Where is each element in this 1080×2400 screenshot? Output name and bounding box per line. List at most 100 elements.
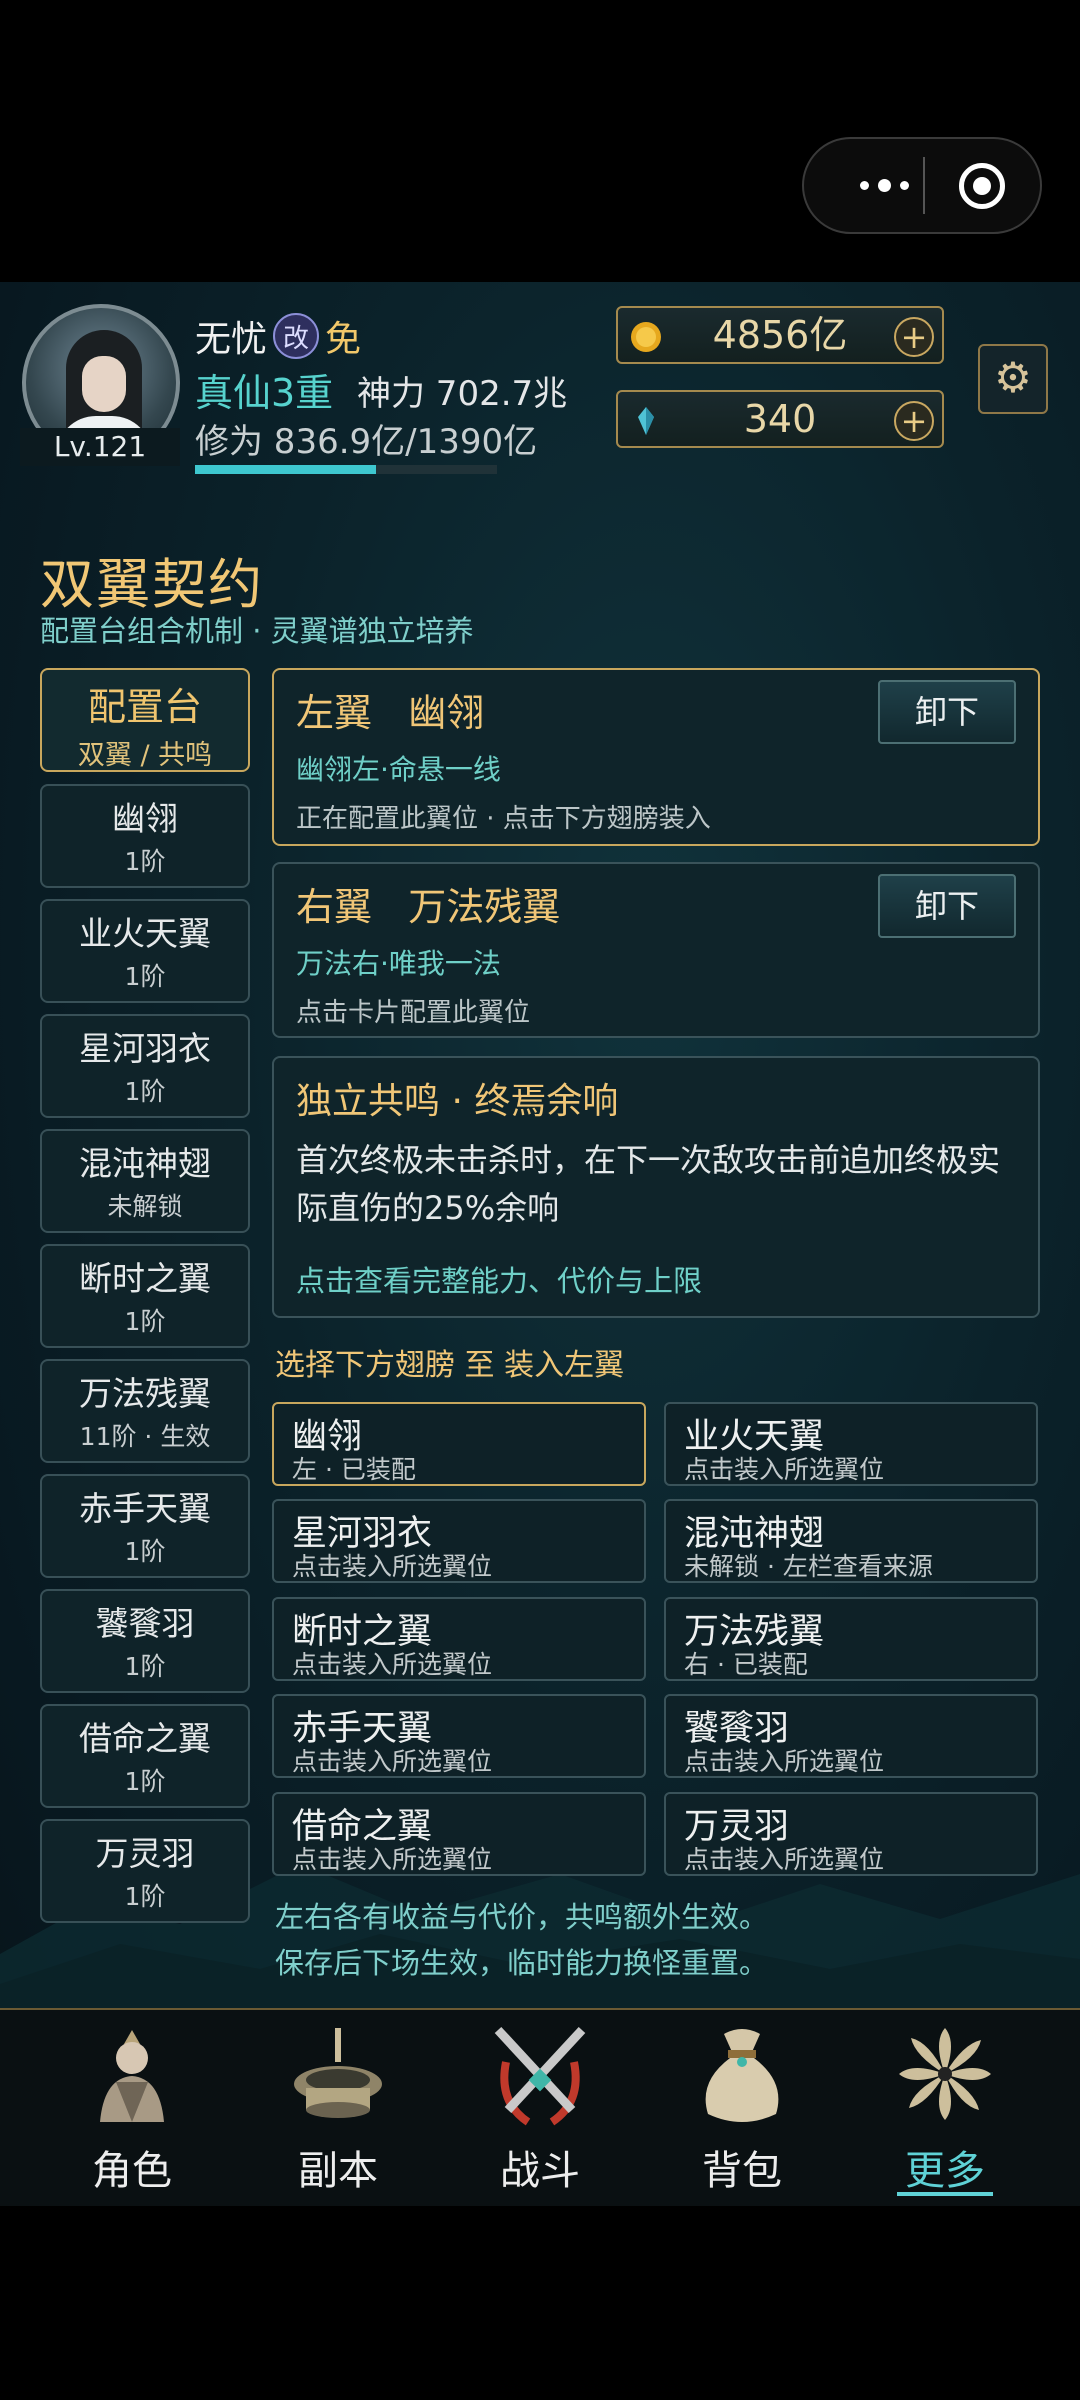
wing-option[interactable]: 赤手天翼 点击装入所选翼位 [272,1694,646,1778]
sidebar-item[interactable]: 借命之翼 1阶 [40,1704,250,1808]
capsule-divider [923,157,925,214]
sidebar-item-name: 断时之翼 [79,1259,211,1298]
wing-option-status: 未解锁 · 左栏查看来源 [684,1552,933,1581]
wing-option-status: 点击装入所选翼位 [684,1455,885,1484]
right-wing-unload-button[interactable]: 卸下 [878,874,1016,938]
nav-item-bag[interactable]: 背包 [652,2010,832,2206]
sidebar-item-sub: 1阶 [124,847,166,876]
left-wing-label: 左翼 [296,691,373,735]
gold-amount: 4856亿 [712,313,848,357]
settings-gear-icon[interactable]: ⚙ [978,344,1048,414]
sidebar-item[interactable]: 赤手天翼 1阶 [40,1474,250,1578]
sidebar-item-sub: 1阶 [124,1077,166,1106]
wing-option[interactable]: 业火天翼 点击装入所选翼位 [664,1402,1038,1486]
add-crystal-button[interactable]: + [894,401,934,441]
player-name: 无忧 [195,319,268,360]
cultivation-progress-bar [195,465,497,474]
sidebar-item-sub: 1阶 [124,1767,166,1796]
left-wing-slot[interactable]: 左翼 幽翎 卸下 幽翎左·命悬一线 正在配置此翼位 · 点击下方翅膀装入 [272,668,1040,846]
crystal-icon [638,407,654,435]
right-wing-desc: 万法右·唯我一法 [296,947,501,980]
sidebar-item-name: 万法残翼 [79,1374,211,1413]
character-icon [100,2030,164,2122]
resonance-details-link[interactable]: 点击查看完整能力、代价与上限 [296,1258,702,1300]
wing-option[interactable]: 万法残翼右 · 已装配 [664,1597,1038,1681]
sidebar-item-sub: 1阶 [124,962,166,991]
crystal-currency: 340 + [616,390,944,448]
more-flower-icon [899,2028,991,2120]
nav-item-character[interactable]: 角色 [42,2010,222,2206]
player-cultivation: 修为 836.9亿/1390亿 [195,422,538,462]
wing-option-status: 点击装入所选翼位 [684,1747,885,1776]
crystal-amount: 340 [743,397,817,441]
sidebar-item[interactable]: 万灵羽 1阶 [40,1819,250,1923]
nav-label: 战斗 [500,2148,580,2194]
sidebar-item[interactable]: 断时之翼 1阶 [40,1244,250,1348]
player-power: 神力 702.7兆 [357,374,568,414]
left-wing-name: 幽翎 [408,691,485,735]
sidebar-item-name: 混沌神翅 [79,1144,211,1183]
sidebar-item[interactable]: 幽翎 1阶 [40,784,250,888]
wing-option[interactable]: 混沌神翅 未解锁 · 左栏查看来源 [664,1499,1038,1583]
wing-option-status: 点击装入所选翼位 [292,1552,493,1581]
more-dots-icon[interactable] [838,139,930,232]
wing-option-status: 点击装入所选翼位 [292,1747,493,1776]
resonance-title: 独立共鸣 · 终焉余响 [296,1081,619,1122]
nav-item-more[interactable]: 更多 [855,2010,1035,2206]
sidebar-config-label: 配置台 [87,685,202,729]
nav-label: 角色 [92,2148,172,2194]
nav-item-battle[interactable]: 战斗 [450,2010,630,2206]
nav-label: 背包 [702,2148,782,2194]
battle-swords-icon [494,2026,586,2126]
picker-title: 选择下方翅膀 至 装入左翼 [275,1348,625,1383]
right-wing-label: 右翼 [296,885,373,929]
wing-option[interactable]: 万灵羽 点击装入所选翼位 [664,1792,1038,1876]
sidebar-item-sub: 1阶 [124,1882,166,1911]
left-wing-header: 左翼 幽翎 [296,682,484,737]
sidebar-item[interactable]: 万法残翼 11阶 · 生效 [40,1359,250,1463]
sidebar-item-name: 饕餮羽 [95,1604,195,1643]
footer-note-1: 左右各有收益与代价，共鸣额外生效。 [275,1900,769,1934]
page-subtitle: 配置台组合机制 · 灵翼谱独立培养 [40,614,474,648]
gold-coin-icon [631,322,661,352]
app-screen: Lv.121 无忧 改 免 真仙3重 神力 702.7兆 修为 836.9亿/1… [0,282,1080,2204]
sidebar-item-name: 幽翎 [112,799,178,838]
wing-option-status: 点击装入所选翼位 [292,1845,493,1874]
rename-badge[interactable]: 改 [273,313,320,359]
target-close-icon[interactable] [959,163,1005,209]
sidebar-item-sub: 未解锁 [107,1192,183,1221]
sidebar-item-sub: 11阶 · 生效 [79,1422,211,1451]
sidebar-config-sub: 双翼 / 共鸣 [77,740,213,771]
player-level: Lv.121 [20,428,180,466]
sidebar-item[interactable]: 业火天翼 1阶 [40,899,250,1003]
wing-option[interactable]: 借命之翼 点击装入所选翼位 [272,1792,646,1876]
sidebar-item[interactable]: 混沌神翅 未解锁 [40,1129,250,1233]
wing-option[interactable]: 饕餮羽 点击装入所选翼位 [664,1694,1038,1778]
wing-option[interactable]: 断时之翼 点击装入所选翼位 [272,1597,646,1681]
sidebar-item-name: 万灵羽 [95,1834,195,1873]
sidebar-item-name: 赤手天翼 [79,1489,211,1528]
wing-option[interactable]: 幽翎左 · 已装配 [272,1402,646,1486]
add-gold-button[interactable]: + [894,317,934,357]
right-wing-name: 万法残翼 [408,885,561,929]
right-wing-hint: 点击卡片配置此翼位 [296,998,531,1028]
sidebar-item-sub: 1阶 [124,1307,166,1336]
sidebar-item[interactable]: 饕餮羽 1阶 [40,1589,250,1693]
sidebar-item[interactable]: 星河羽衣 1阶 [40,1014,250,1118]
right-wing-slot[interactable]: 右翼 万法残翼 卸下 万法右·唯我一法 点击卡片配置此翼位 [272,862,1040,1038]
wing-option-status: 左 · 已装配 [292,1455,416,1484]
sidebar-config-tab[interactable]: 配置台 双翼 / 共鸣 [40,668,250,772]
resonance-card[interactable]: 独立共鸣 · 终焉余响 首次终极未击杀时，在下一次敌攻击前追加终极实际直伤的25… [272,1056,1040,1318]
nav-item-dungeon[interactable]: 副本 [248,2010,428,2206]
right-wing-header: 右翼 万法残翼 [296,876,560,931]
left-wing-hint: 正在配置此翼位 · 点击下方翅膀装入 [296,804,711,834]
sidebar-item-name: 星河羽衣 [79,1029,211,1068]
wing-option[interactable]: 星河羽衣 点击装入所选翼位 [272,1499,646,1583]
left-wing-unload-button[interactable]: 卸下 [878,680,1016,744]
sidebar-item-name: 借命之翼 [79,1719,211,1758]
nav-label: 副本 [298,2148,378,2194]
left-wing-desc: 幽翎左·命悬一线 [296,753,501,786]
mini-program-capsule [802,137,1042,234]
player-realm: 真仙3重 [195,371,334,415]
player-name-row: 无忧 改 免 [195,310,361,362]
